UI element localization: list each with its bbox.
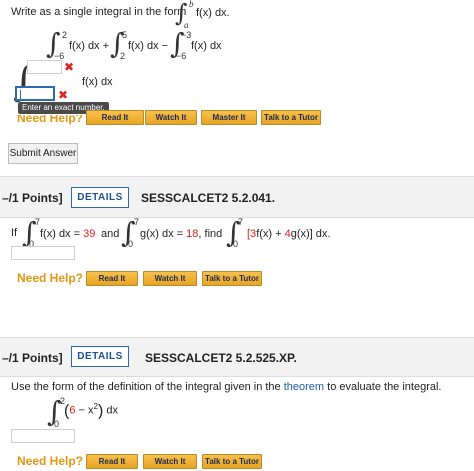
points-label: –/1 Points] bbox=[2, 351, 63, 365]
and-label: and bbox=[101, 228, 120, 240]
upper-limit: 7 bbox=[35, 217, 41, 227]
upper-limit: −3 bbox=[181, 30, 192, 40]
upper-limit: 2 bbox=[62, 30, 68, 40]
form-integrand: f(x) dx. bbox=[196, 7, 230, 19]
g-integral-value: 18 bbox=[186, 228, 199, 240]
lower-limit-input[interactable] bbox=[15, 86, 55, 101]
question-id: SESSCALCET2 5.2.525.XP. bbox=[145, 351, 297, 365]
upper-limit: 7 bbox=[238, 217, 244, 227]
instruction-text: Use the form of the definition of the in… bbox=[11, 381, 284, 393]
if-label: If bbox=[11, 227, 18, 239]
need-help-label: Need Help? bbox=[17, 454, 84, 468]
talk-to-tutor-button[interactable]: Talk to a Tutor bbox=[202, 454, 262, 469]
lower-limit: 2 bbox=[120, 51, 126, 61]
g-term: g(x)] dx. bbox=[290, 228, 331, 240]
master-it-button[interactable]: Master It bbox=[201, 110, 257, 125]
submit-answer-button[interactable]: Submit Answer bbox=[8, 143, 78, 164]
incorrect-x-icon: ✖ bbox=[64, 60, 75, 74]
answer-input[interactable] bbox=[11, 246, 75, 260]
read-it-button[interactable]: Read It bbox=[86, 110, 144, 125]
g-integral-text: g(x) dx = 18, find bbox=[140, 228, 222, 240]
f-term: f(x) + bbox=[256, 228, 285, 240]
watch-it-button[interactable]: Watch It bbox=[143, 271, 197, 286]
lower-limit: 0 bbox=[128, 239, 134, 249]
talk-to-tutor-button[interactable]: Talk to a Tutor bbox=[202, 271, 262, 286]
upper-limit: 7 bbox=[134, 217, 140, 227]
dx: dx bbox=[106, 404, 118, 417]
upper-limit-input[interactable] bbox=[27, 60, 62, 74]
g-integral-expression: g(x) dx = bbox=[140, 228, 187, 240]
target-integral-text: [3f(x) + 4g(x)] dx. bbox=[247, 228, 330, 240]
talk-to-tutor-button[interactable]: Talk to a Tutor bbox=[261, 110, 321, 125]
q3-instruction: Use the form of the definition of the in… bbox=[11, 381, 442, 393]
find-label: , find bbox=[198, 228, 223, 240]
incorrect-x-icon: ✖ bbox=[58, 88, 69, 102]
term3-integrand: f(x) dx bbox=[191, 40, 222, 52]
right-paren: ) bbox=[97, 402, 104, 420]
f-integral-expression: f(x) dx = bbox=[40, 228, 84, 240]
x-term: − x bbox=[75, 404, 94, 417]
f-integral-value: 39 bbox=[83, 228, 96, 240]
integrand-expression: (6 − x2) dx bbox=[64, 402, 118, 421]
answer-integrand: f(x) dx bbox=[82, 76, 113, 88]
points-label: –/1 Points] bbox=[2, 191, 63, 205]
lower-limit: 0 bbox=[233, 239, 239, 249]
term1-integrand: f(x) dx + bbox=[69, 40, 110, 52]
q1-instruction: Write as a single integral in the form bbox=[11, 6, 187, 18]
answer-input[interactable] bbox=[11, 429, 75, 443]
bracket-coefficient-a: [3 bbox=[247, 228, 257, 240]
details-button[interactable]: DETAILS bbox=[71, 346, 129, 367]
watch-it-button[interactable]: Watch It bbox=[143, 454, 197, 469]
watch-it-button[interactable]: Watch It bbox=[145, 110, 197, 125]
lower-limit: −6 bbox=[176, 51, 187, 61]
upper-limit: b bbox=[189, 0, 194, 9]
need-help-label: Need Help? bbox=[17, 271, 84, 285]
lower-limit: a bbox=[184, 20, 189, 30]
upper-limit: 5 bbox=[122, 30, 128, 40]
text-cursor bbox=[20, 90, 21, 99]
f-integral-text: f(x) dx = 39 bbox=[40, 228, 95, 240]
question-2-header: –/1 Points] DETAILS SESSCALCET2 5.2.041. bbox=[0, 176, 474, 218]
read-it-button[interactable]: Read It bbox=[86, 454, 138, 469]
lower-limit: 0 bbox=[54, 419, 60, 429]
instruction-text-end: to evaluate the integral. bbox=[324, 381, 442, 393]
question-3-header: –/1 Points] DETAILS SESSCALCET2 5.2.525.… bbox=[0, 337, 474, 377]
term2-integrand: f(x) dx − bbox=[128, 40, 169, 52]
details-button[interactable]: DETAILS bbox=[71, 187, 129, 208]
question-id: SESSCALCET2 5.2.041. bbox=[141, 191, 276, 205]
theorem-link[interactable]: theorem bbox=[284, 381, 324, 393]
read-it-button[interactable]: Read It bbox=[86, 271, 138, 286]
